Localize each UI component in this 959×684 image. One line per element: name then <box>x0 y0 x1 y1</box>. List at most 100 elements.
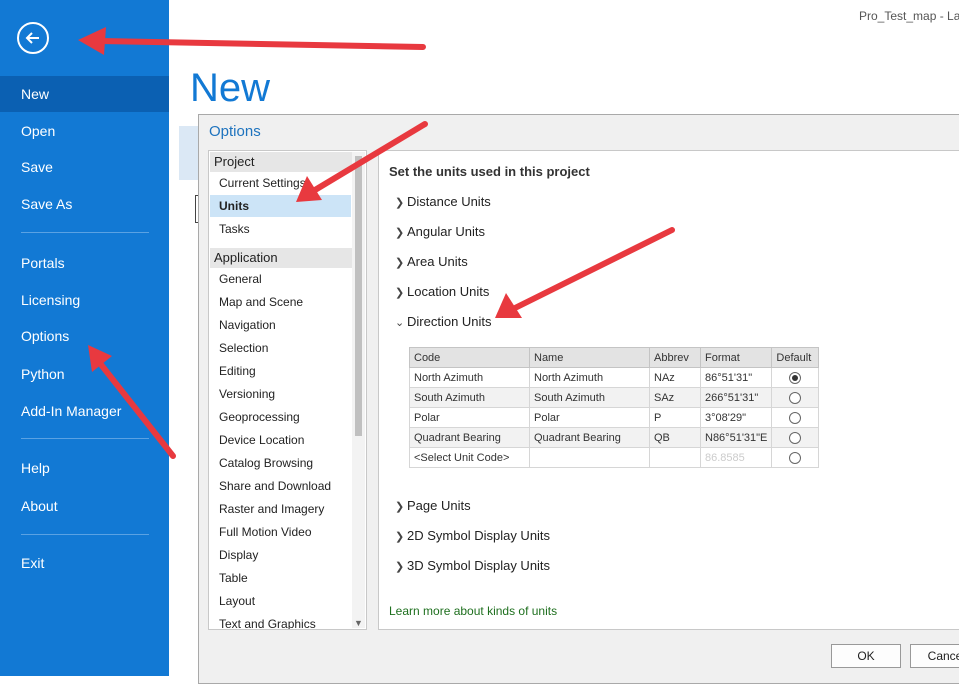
category-item-map-and-scene[interactable]: Map and Scene <box>210 291 351 313</box>
cell-default[interactable] <box>771 387 820 408</box>
table-row[interactable]: Polar Polar P 3°08'29" <box>409 407 820 428</box>
cell-name[interactable]: Polar <box>529 407 650 428</box>
table-row[interactable]: Quadrant Bearing Quadrant Bearing QB N86… <box>409 427 820 448</box>
category-item-current-settings[interactable]: Current Settings <box>210 172 351 194</box>
category-item-units[interactable]: Units <box>210 195 351 217</box>
section-3d-symbol-display-units[interactable]: ❯ 3D Symbol Display Units <box>395 558 550 573</box>
cell-name[interactable] <box>529 447 650 468</box>
cell-format[interactable]: N86°51'31"E <box>699 427 773 448</box>
category-item-general[interactable]: General <box>210 268 351 290</box>
cell-default[interactable] <box>771 447 820 468</box>
chevron-down-icon[interactable]: ▼ <box>354 618 363 628</box>
options-dialog: Options Project Current Settings Units T… <box>198 114 959 684</box>
nav-item-options[interactable]: Options <box>0 318 169 354</box>
category-item-device-location[interactable]: Device Location <box>210 429 351 451</box>
scrollbar-thumb[interactable] <box>355 156 362 436</box>
chevron-right-icon: ❯ <box>395 531 405 543</box>
table-row[interactable]: South Azimuth South Azimuth SAz 266°51'3… <box>409 387 820 408</box>
category-item-layout[interactable]: Layout <box>210 590 351 612</box>
category-item-catalog-browsing[interactable]: Catalog Browsing <box>210 452 351 474</box>
section-location-units[interactable]: ❯ Location Units <box>395 284 489 299</box>
category-item-selection[interactable]: Selection <box>210 337 351 359</box>
column-header-code[interactable]: Code <box>409 347 530 368</box>
chevron-right-icon: ❯ <box>395 501 405 513</box>
cancel-button[interactable]: Cance <box>910 644 959 668</box>
nav-item-add-in-manager[interactable]: Add-In Manager <box>0 393 169 429</box>
column-header-format[interactable]: Format <box>699 347 773 368</box>
nav-item-licensing[interactable]: Licensing <box>0 282 169 318</box>
default-radio[interactable] <box>789 371 802 384</box>
cell-default[interactable] <box>771 407 820 428</box>
cell-code[interactable]: <Select Unit Code> <box>409 447 530 468</box>
cell-name[interactable]: North Azimuth <box>529 367 650 388</box>
table-row[interactable]: North Azimuth North Azimuth NAz 86°51'31… <box>409 367 820 388</box>
category-item-full-motion-video[interactable]: Full Motion Video <box>210 521 351 543</box>
direction-units-table: Code Name Abbrev Format Default North Az… <box>409 347 820 468</box>
column-header-default[interactable]: Default <box>771 347 820 368</box>
cell-default[interactable] <box>771 427 820 448</box>
cell-format[interactable]: 266°51'31" <box>699 387 773 408</box>
content-heading: Set the units used in this project <box>389 164 590 179</box>
cell-default[interactable] <box>771 367 820 388</box>
default-radio[interactable] <box>789 391 802 404</box>
section-label: Location Units <box>407 284 490 299</box>
category-item-share-and-download[interactable]: Share and Download <box>210 475 351 497</box>
section-angular-units[interactable]: ❯ Angular Units <box>395 224 485 239</box>
category-item-text-and-graphics[interactable]: Text and Graphics <box>210 613 351 629</box>
page-title: New <box>190 66 271 110</box>
window-title: Pro_Test_map - Lay <box>859 9 959 23</box>
cell-format[interactable]: 3°08'29" <box>699 407 773 428</box>
default-radio[interactable] <box>789 411 802 424</box>
section-page-units[interactable]: ❯ Page Units <box>395 498 471 513</box>
nav-item-save[interactable]: Save <box>0 149 169 185</box>
column-header-name[interactable]: Name <box>529 347 650 368</box>
category-item-display[interactable]: Display <box>210 544 351 566</box>
table-row[interactable]: <Select Unit Code> 86.8585 <box>409 447 820 468</box>
cell-abbrev[interactable]: NAz <box>649 367 701 388</box>
category-item-versioning[interactable]: Versioning <box>210 383 351 405</box>
category-item-tasks[interactable]: Tasks <box>210 218 351 240</box>
category-item-table[interactable]: Table <box>210 567 351 589</box>
category-header-project: Project <box>210 152 352 172</box>
cell-format[interactable]: 86°51'31" <box>699 367 773 388</box>
chevron-right-icon: ❯ <box>395 561 405 573</box>
chevron-down-icon: ⌄ <box>395 317 405 329</box>
nav-item-open[interactable]: Open <box>0 113 169 149</box>
nav-item-about[interactable]: About <box>0 488 169 524</box>
nav-item-save-as[interactable]: Save As <box>0 186 169 222</box>
category-item-editing[interactable]: Editing <box>210 360 351 382</box>
cell-code[interactable]: South Azimuth <box>409 387 530 408</box>
nav-item-new[interactable]: New <box>0 76 169 112</box>
nav-item-python[interactable]: Python <box>0 356 169 392</box>
back-arrow-icon[interactable] <box>17 22 49 54</box>
cell-code[interactable]: North Azimuth <box>409 367 530 388</box>
category-item-raster-and-imagery[interactable]: Raster and Imagery <box>210 498 351 520</box>
cell-name[interactable]: South Azimuth <box>529 387 650 408</box>
ok-button[interactable]: OK <box>831 644 901 668</box>
nav-divider <box>21 534 149 535</box>
cell-abbrev[interactable]: P <box>649 407 701 428</box>
cell-abbrev[interactable]: QB <box>649 427 701 448</box>
cell-code[interactable]: Quadrant Bearing <box>409 427 530 448</box>
cell-format[interactable]: 86.8585 <box>699 447 773 468</box>
cell-abbrev[interactable]: SAz <box>649 387 701 408</box>
cell-code[interactable]: Polar <box>409 407 530 428</box>
category-scrollbar[interactable]: ▼ <box>352 152 365 628</box>
nav-item-exit[interactable]: Exit <box>0 545 169 581</box>
cell-name[interactable]: Quadrant Bearing <box>529 427 650 448</box>
section-2d-symbol-display-units[interactable]: ❯ 2D Symbol Display Units <box>395 528 550 543</box>
learn-more-link[interactable]: Learn more about kinds of units <box>389 604 557 618</box>
chevron-right-icon: ❯ <box>395 197 405 209</box>
column-header-abbrev[interactable]: Abbrev <box>649 347 701 368</box>
section-direction-units[interactable]: ⌄ Direction Units <box>395 314 492 329</box>
nav-item-portals[interactable]: Portals <box>0 245 169 281</box>
category-item-geoprocessing[interactable]: Geoprocessing <box>210 406 351 428</box>
default-radio[interactable] <box>789 431 802 444</box>
section-label: 3D Symbol Display Units <box>407 558 551 573</box>
category-item-navigation[interactable]: Navigation <box>210 314 351 336</box>
section-distance-units[interactable]: ❯ Distance Units <box>395 194 491 209</box>
nav-item-help[interactable]: Help <box>0 450 169 486</box>
section-area-units[interactable]: ❯ Area Units <box>395 254 468 269</box>
default-radio[interactable] <box>789 451 802 464</box>
cell-abbrev[interactable] <box>649 447 701 468</box>
